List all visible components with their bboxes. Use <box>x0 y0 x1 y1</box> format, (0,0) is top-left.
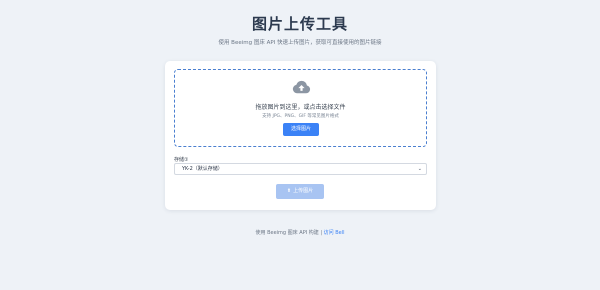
storage-select[interactable]: YK-2（默认存储） ⌄ <box>174 163 427 175</box>
page-title: 图片上传工具 <box>251 15 348 33</box>
chevron-down-icon: ⌄ <box>417 166 422 172</box>
footer: 使用 Beeimg 图床 API 构建 | 访问 Bell <box>0 229 600 236</box>
upload-icon: ⬆ <box>286 188 292 194</box>
drop-zone-hint: 支持 JPG、PNG、GIF 等常见图片格式 <box>262 114 339 119</box>
storage-label: 存储① <box>174 157 189 163</box>
upload-button[interactable]: ⬆ 上传图片 <box>276 184 324 199</box>
page: 图片上传工具 使用 Beeimg 图床 API 快速上传图片，获取可直接使用的图… <box>0 0 600 290</box>
drop-zone-text: 拖放图片到这里，或点击选择文件 <box>255 104 346 111</box>
select-image-button[interactable]: 选择图片 <box>283 123 319 136</box>
drop-zone[interactable]: 拖放图片到这里，或点击选择文件 支持 JPG、PNG、GIF 等常见图片格式 选… <box>174 69 427 147</box>
footer-text: 使用 Beeimg 图床 API 构建 | <box>255 230 324 236</box>
footer-link[interactable]: 访问 Bell <box>324 230 345 236</box>
upload-button-label: 上传图片 <box>293 188 314 194</box>
cloud-upload-icon <box>292 80 311 94</box>
upload-card: 拖放图片到这里，或点击选择文件 支持 JPG、PNG、GIF 等常见图片格式 选… <box>165 61 436 210</box>
storage-selected-value: YK-2（默认存储） <box>182 166 223 172</box>
page-subtitle: 使用 Beeimg 图床 API 快速上传图片，获取可直接使用的图片链接 <box>218 40 382 46</box>
